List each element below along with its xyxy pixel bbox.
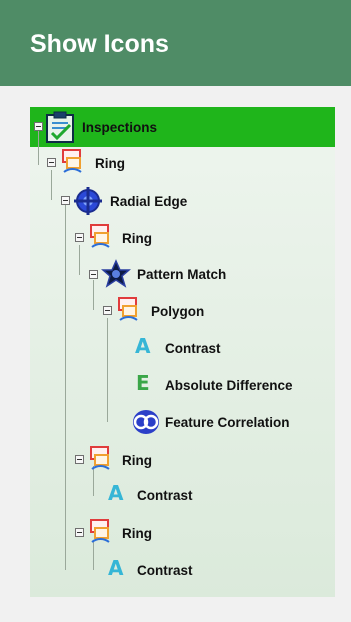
tree-guide-line: [65, 205, 66, 570]
ring-tool-icon: [88, 445, 112, 473]
collapse-toggle[interactable]: [34, 122, 43, 131]
header-bar: Show Icons: [0, 0, 351, 86]
tree-guide-line: [51, 170, 52, 200]
tree-node[interactable]: Pattern Match: [137, 260, 226, 288]
tree-node-label: Inspections: [82, 119, 158, 135]
collapse-toggle[interactable]: [61, 196, 70, 205]
tree-guide-line: [38, 130, 39, 165]
radial-edge-icon: [73, 186, 103, 216]
pattern-match-icon: [100, 259, 132, 289]
tree-node-label: Contrast: [137, 487, 193, 503]
tree-node[interactable]: Ring: [122, 446, 152, 474]
polygon-tool-icon: [116, 296, 140, 324]
ring-tool-icon: [88, 518, 112, 546]
feature-correlation-icon: [131, 408, 161, 436]
tree-node-label: Pattern Match: [137, 266, 227, 282]
collapse-toggle[interactable]: [75, 455, 84, 464]
collapse-toggle[interactable]: [47, 158, 56, 167]
ring-tool-icon: [60, 148, 84, 176]
tree-node-label: Ring: [122, 452, 152, 468]
collapse-toggle[interactable]: [75, 233, 84, 242]
tree-node[interactable]: Contrast: [165, 334, 221, 362]
tree-node-inspections[interactable]: Inspections: [82, 113, 157, 141]
letter-a-icon: A: [108, 556, 124, 580]
tree-node[interactable]: Ring: [95, 149, 125, 177]
ring-tool-icon: [88, 223, 112, 251]
tree-guide-line: [79, 245, 80, 275]
tree-node[interactable]: Ring: [122, 224, 152, 252]
collapse-toggle[interactable]: [75, 528, 84, 537]
collapse-toggle[interactable]: [103, 306, 112, 315]
tree-node-label: Contrast: [137, 562, 193, 578]
tree-node-label: Feature Correlation: [165, 414, 290, 430]
tree-node-label: Absolute Difference: [165, 377, 293, 393]
tree-node-label: Polygon: [151, 303, 205, 319]
letter-a-icon: A: [108, 481, 124, 505]
page-title: Show Icons: [30, 30, 169, 58]
tree-node-label: Ring: [122, 525, 152, 541]
letter-e-icon: E: [136, 371, 150, 395]
clipboard-check-icon: [44, 110, 76, 144]
tree-node[interactable]: Polygon: [151, 297, 204, 325]
tree-node[interactable]: Ring: [122, 519, 152, 547]
letter-a-icon: A: [135, 334, 151, 358]
tree-node[interactable]: Contrast: [137, 481, 193, 509]
tree-node-label: Ring: [122, 230, 152, 246]
tree-node-label: Radial Edge: [110, 193, 188, 209]
tree-node-label: Contrast: [165, 340, 221, 356]
tree-node[interactable]: Contrast: [137, 556, 193, 584]
collapse-toggle[interactable]: [89, 270, 98, 279]
tree-node-label: Ring: [95, 155, 125, 171]
tree-node[interactable]: Feature Correlation: [165, 408, 290, 436]
tree-guide-line: [93, 280, 94, 310]
tree-guide-line: [107, 318, 108, 422]
tree-node[interactable]: Absolute Difference: [165, 371, 293, 399]
tree-node[interactable]: Radial Edge: [110, 187, 187, 215]
